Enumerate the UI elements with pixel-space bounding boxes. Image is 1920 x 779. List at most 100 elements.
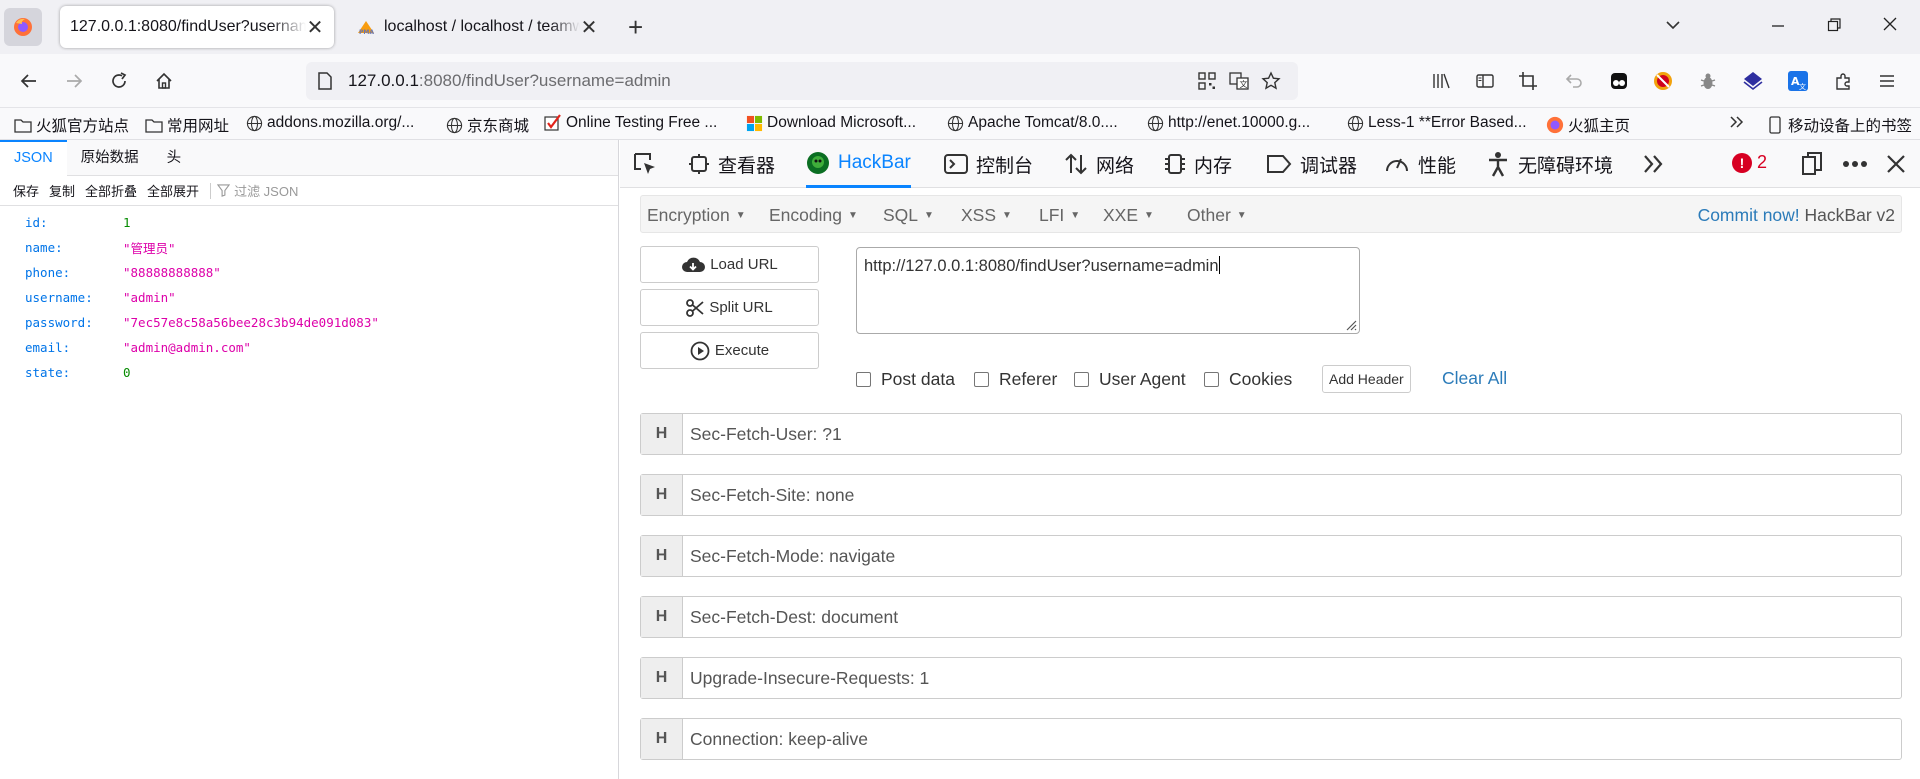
tab-accessibility[interactable]: 无障碍环境 xyxy=(1486,140,1613,188)
json-row[interactable]: username: "admin" xyxy=(0,285,618,310)
library-icon[interactable] xyxy=(1428,68,1454,94)
tab-findUser[interactable]: 127.0.0.1:8080/findUser?username=admin ✕ xyxy=(60,6,334,48)
add-header-button[interactable]: Add Header xyxy=(1322,365,1411,393)
menu-encryption[interactable]: Encryption ▼ xyxy=(647,205,746,226)
tab-inspector[interactable]: 查看器 xyxy=(688,140,775,188)
save-button[interactable]: 保存 xyxy=(13,181,39,200)
header-toggle-badge[interactable]: H xyxy=(641,414,683,454)
menu-sql[interactable]: SQL ▼ xyxy=(883,205,934,226)
close-window-icon[interactable] xyxy=(1882,14,1898,34)
execute-button[interactable]: Execute xyxy=(640,332,819,369)
bookmark-item[interactable]: Online Testing Free ... xyxy=(544,114,717,132)
header-row[interactable]: H Sec-Fetch-User: ?1 xyxy=(640,413,1902,455)
bookmark-item[interactable]: http://enet.10000.g... xyxy=(1146,114,1310,132)
split-url-button[interactable]: Split URL xyxy=(640,289,819,326)
hamburger-menu-icon[interactable] xyxy=(1874,68,1900,94)
more-tabs-chevron-icon[interactable] xyxy=(1642,140,1666,188)
sidebar-icon[interactable] xyxy=(1472,68,1498,94)
menu-encoding[interactable]: Encoding ▼ xyxy=(769,205,858,226)
tab-phpmyadmin[interactable]: PMA localhost / localhost / teamwork ✕ xyxy=(346,6,608,48)
checkbox[interactable] xyxy=(856,372,871,387)
back-arrow-icon[interactable] xyxy=(16,68,42,94)
url-bar[interactable]: 127.0.0.1:8080/findUser?username=admin 文 xyxy=(306,62,1298,100)
bookmark-star-icon[interactable] xyxy=(1260,70,1282,92)
close-devtools-icon[interactable] xyxy=(1886,140,1906,188)
bookmark-item[interactable]: 常用网址 xyxy=(145,114,229,136)
layers-extension-icon[interactable] xyxy=(1740,68,1766,94)
header-row[interactable]: H Sec-Fetch-Site: none xyxy=(640,474,1902,516)
checkbox[interactable] xyxy=(1204,372,1219,387)
post-data-checkbox[interactable]: Post data xyxy=(856,369,955,390)
resize-grip-icon[interactable] xyxy=(1343,317,1357,331)
container-extension-icon[interactable] xyxy=(1606,68,1632,94)
bookmark-item[interactable]: 火狐官方站点 xyxy=(14,114,129,136)
header-row[interactable]: H Sec-Fetch-Dest: document xyxy=(640,596,1902,638)
bug-extension-icon[interactable] xyxy=(1695,68,1721,94)
header-row[interactable]: H Connection: keep-alive xyxy=(640,718,1902,760)
extensions-puzzle-icon[interactable] xyxy=(1830,68,1856,94)
bookmark-item[interactable]: Download Microsoft... xyxy=(745,114,916,132)
cookies-checkbox[interactable]: Cookies xyxy=(1204,369,1292,390)
tab-close-icon[interactable]: ✕ xyxy=(306,15,324,40)
json-row[interactable]: email: "admin@admin.com" xyxy=(0,335,618,360)
json-row[interactable]: password: "7ec57e8c58a56bee28c3b94de091d0… xyxy=(0,310,618,335)
header-toggle-badge[interactable]: H xyxy=(641,536,683,576)
checkbox[interactable] xyxy=(974,372,989,387)
checkbox[interactable] xyxy=(1074,372,1089,387)
tab-memory[interactable]: 内存 xyxy=(1164,140,1232,188)
clear-all-link[interactable]: Clear All xyxy=(1442,368,1507,389)
header-row[interactable]: H Sec-Fetch-Mode: navigate xyxy=(640,535,1902,577)
json-row[interactable]: phone: "88888888888" xyxy=(0,260,618,285)
menu-xxe[interactable]: XXE ▼ xyxy=(1103,205,1154,226)
bookmark-item[interactable]: 火狐主页 xyxy=(1546,114,1630,136)
expand-all-button[interactable]: 全部展开 xyxy=(147,181,199,200)
more-bookmarks-chevron-icon[interactable] xyxy=(1728,114,1746,130)
blocker-extension-icon[interactable] xyxy=(1650,68,1676,94)
filter-json-input[interactable]: 过滤 JSON xyxy=(217,181,298,200)
header-toggle-badge[interactable]: H xyxy=(641,719,683,759)
header-toggle-badge[interactable]: H xyxy=(641,475,683,515)
user-agent-checkbox[interactable]: User Agent xyxy=(1074,369,1186,390)
list-all-tabs-chevron-icon[interactable] xyxy=(1664,16,1682,34)
tab-hackbar[interactable]: HackBar xyxy=(806,140,911,188)
mobile-bookmarks[interactable]: 移动设备上的书签 xyxy=(1766,114,1912,136)
error-count-badge[interactable]: ! 2 xyxy=(1732,152,1767,173)
translator-extension-icon[interactable]: A文 xyxy=(1785,68,1811,94)
tab-console[interactable]: 控制台 xyxy=(944,140,1033,188)
json-row[interactable]: name: "管理员" xyxy=(0,235,618,260)
menu-other[interactable]: Other ▼ xyxy=(1187,205,1247,226)
collapse-all-button[interactable]: 全部折叠 xyxy=(85,181,137,200)
menu-lfi[interactable]: LFI ▼ xyxy=(1039,205,1080,226)
json-row[interactable]: id: 1 xyxy=(0,210,618,235)
header-toggle-badge[interactable]: H xyxy=(641,658,683,698)
minimize-icon[interactable] xyxy=(1770,14,1786,34)
tab-json[interactable]: JSON xyxy=(0,139,67,176)
menu-xss[interactable]: XSS ▼ xyxy=(961,205,1012,226)
element-picker-icon[interactable] xyxy=(632,140,658,188)
dock-side-icon[interactable] xyxy=(1800,140,1824,188)
firefox-view-button[interactable] xyxy=(4,8,42,46)
bookmark-item[interactable]: addons.mozilla.org/... xyxy=(245,114,414,132)
json-row[interactable]: state: 0 xyxy=(0,360,618,385)
tab-headers[interactable]: 头 xyxy=(153,140,196,176)
copy-button[interactable]: 复制 xyxy=(49,181,75,200)
url-text[interactable]: 127.0.0.1:8080/findUser?username=admin xyxy=(348,71,671,91)
header-row[interactable]: H Upgrade-Insecure-Requests: 1 xyxy=(640,657,1902,699)
referer-checkbox[interactable]: Referer xyxy=(974,369,1057,390)
commit-now-link[interactable]: Commit now! xyxy=(1698,205,1800,225)
tab-close-icon[interactable]: ✕ xyxy=(580,15,598,40)
load-url-button[interactable]: Load URL xyxy=(640,246,819,283)
undo-icon[interactable] xyxy=(1561,68,1587,94)
url-textarea[interactable]: http://127.0.0.1:8080/findUser?username=… xyxy=(856,247,1360,334)
tab-performance[interactable]: 性能 xyxy=(1384,140,1456,188)
translate-icon[interactable]: 文 xyxy=(1228,70,1250,92)
new-tab-button[interactable]: + xyxy=(628,12,643,43)
tab-network[interactable]: 网络 xyxy=(1064,140,1134,188)
tab-debugger[interactable]: 调试器 xyxy=(1266,140,1357,188)
restore-icon[interactable] xyxy=(1826,14,1842,34)
bookmark-item[interactable]: Apache Tomcat/8.0.... xyxy=(946,114,1118,132)
crop-screenshot-icon[interactable] xyxy=(1515,68,1541,94)
page-icon[interactable] xyxy=(316,71,334,91)
bookmark-item[interactable]: 京东商城 xyxy=(445,114,529,136)
tab-raw-data[interactable]: 原始数据 xyxy=(67,140,153,176)
